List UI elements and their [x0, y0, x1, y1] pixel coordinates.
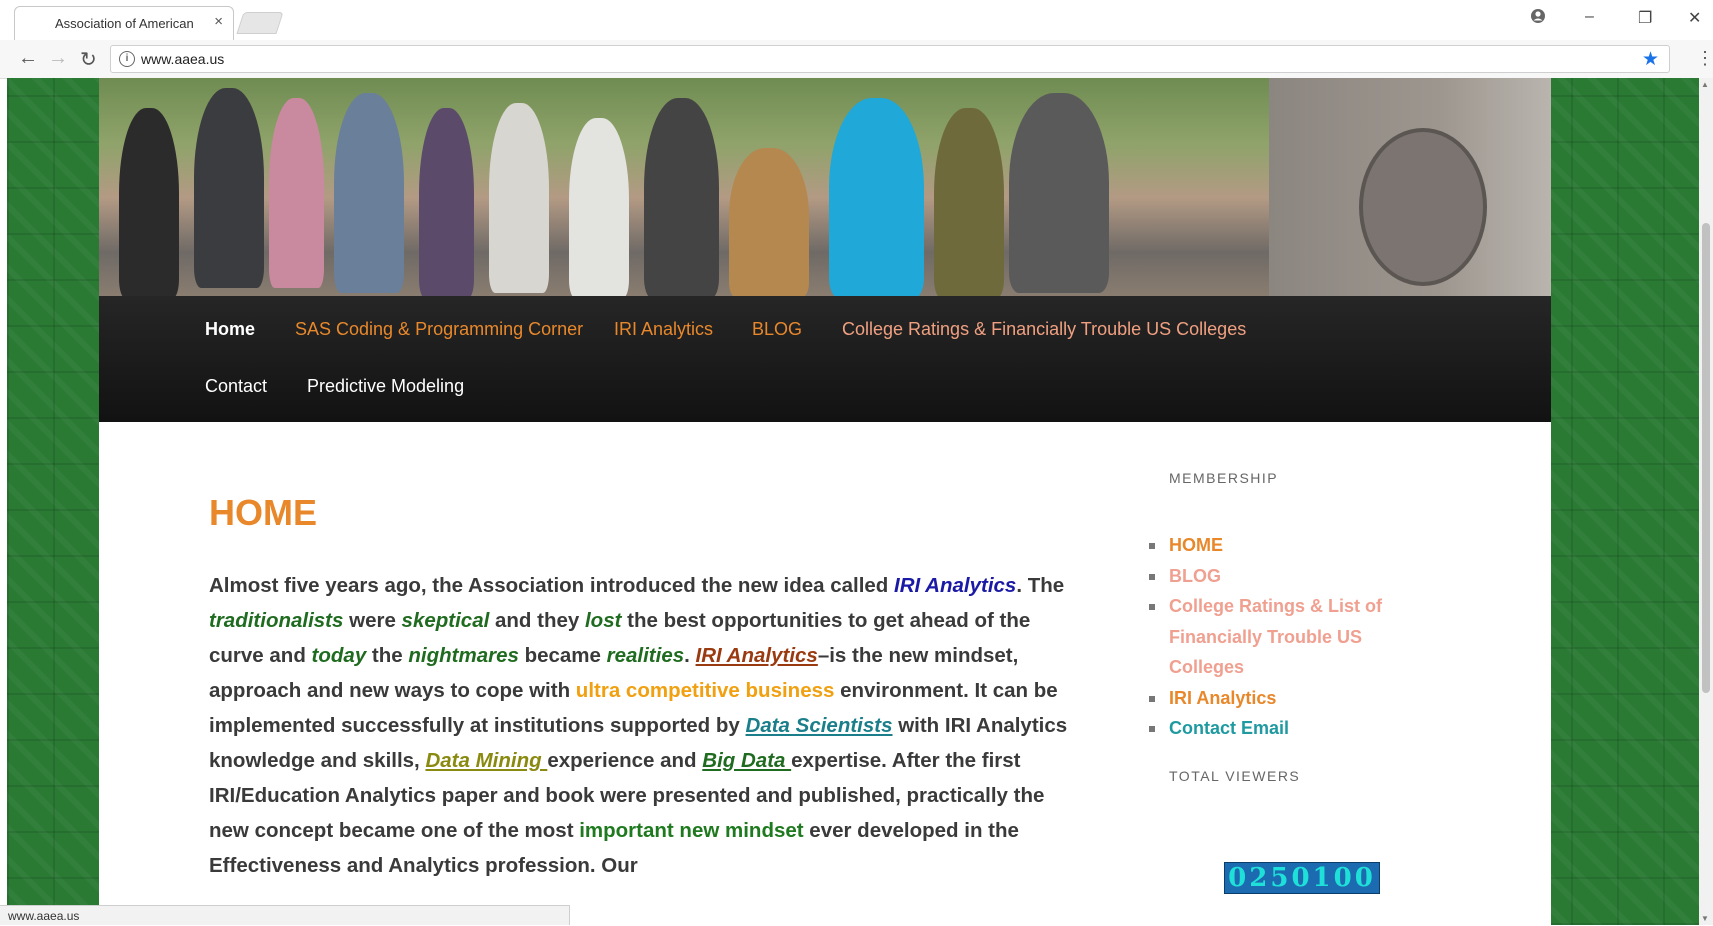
bullet-icon [1149, 573, 1155, 580]
sidebar-link-blog[interactable]: BLOG [1169, 566, 1221, 586]
sidebar-link-home[interactable]: HOME [1169, 535, 1223, 555]
browser-tab[interactable]: Association of American × [14, 6, 234, 40]
browser-menu-icon[interactable]: ⋮ [1696, 48, 1713, 69]
nav-iri-analytics[interactable]: IRI Analytics [614, 319, 713, 340]
emphasis-today: today [311, 644, 367, 667]
scroll-thumb[interactable] [1702, 223, 1710, 693]
emphasis-ultra-competitive: ultra competitive business [575, 679, 835, 702]
emphasis-important-mindset: important new mindset [579, 819, 804, 842]
crest-plaque [1359, 128, 1487, 286]
data-scientists-link[interactable]: Data Scientists [746, 714, 893, 737]
nav-blog[interactable]: BLOG [752, 319, 802, 340]
scroll-up-icon[interactable]: ▲ [1701, 80, 1709, 89]
restore-icon[interactable]: ❐ [1638, 8, 1652, 28]
membership-link-list: HOME BLOG College Ratings & List of Fina… [1149, 530, 1429, 744]
sidebar-item-college-ratings[interactable]: College Ratings & List of Financially Tr… [1149, 591, 1429, 683]
bookmark-star-icon[interactable]: ★ [1642, 48, 1659, 71]
profile-icon[interactable] [1530, 8, 1546, 29]
text-run: Effectiveness and Analytics profession. … [209, 854, 638, 877]
emphasis-traditionalists: traditionalists [209, 609, 344, 632]
data-mining-link[interactable]: Data Mining [425, 749, 547, 772]
nav-college-ratings[interactable]: College Ratings & Financially Trouble US… [842, 319, 1246, 340]
sidebar-item-blog[interactable]: BLOG [1149, 561, 1429, 592]
emphasis-realities: realities [606, 644, 685, 667]
info-icon[interactable]: i [119, 51, 135, 67]
minimize-icon[interactable]: – [1585, 8, 1594, 26]
text-run: experience and [547, 749, 703, 772]
text-run: the [366, 644, 409, 667]
status-url-bubble: www.aaea.us [0, 905, 570, 925]
viewer-counter: 0250100 [1224, 862, 1380, 894]
reload-icon[interactable]: ↻ [80, 47, 97, 72]
page-container: Home SAS Coding & Programming Corner IRI… [99, 78, 1551, 925]
bullet-icon [1149, 543, 1155, 549]
bullet-icon [1149, 726, 1155, 732]
tab-title: Association of American [55, 16, 194, 31]
text-run: . [684, 644, 696, 667]
bullet-icon [1149, 604, 1155, 610]
emphasis-nightmares: nightmares [408, 644, 519, 667]
bullet-icon [1149, 695, 1155, 702]
sidebar-item-home[interactable]: HOME [1149, 530, 1429, 561]
text-run: . The [1016, 574, 1065, 597]
iri-analytics-underlined-link[interactable]: IRI Analytics [696, 644, 818, 667]
forward-icon[interactable]: → [48, 47, 68, 70]
nav-sas-coding[interactable]: SAS Coding & Programming Corner [295, 319, 583, 340]
text-run: were [343, 609, 402, 632]
nav-home[interactable]: Home [205, 319, 255, 340]
address-bar[interactable]: i www.aaea.us ★ [110, 45, 1670, 73]
page-title: HOME [209, 492, 317, 533]
main-navigation: Home SAS Coding & Programming Corner IRI… [99, 296, 1551, 422]
sidebar-link-college-ratings[interactable]: College Ratings & List of Financially Tr… [1169, 596, 1382, 677]
nav-contact[interactable]: Contact [205, 376, 267, 397]
big-data-link[interactable]: Big Data [702, 749, 791, 772]
nav-predictive-modeling[interactable]: Predictive Modeling [307, 376, 464, 397]
text-run: ever developed in the [803, 819, 1019, 842]
membership-widget-title: MEMBERSHIP [1169, 470, 1279, 486]
page-scrollbar[interactable]: ▲ ▼ [1699, 78, 1713, 925]
scroll-down-icon[interactable]: ▼ [1701, 914, 1709, 923]
header-banner-image [99, 78, 1551, 296]
iri-analytics-link[interactable]: IRI Analytics [894, 574, 1016, 597]
text-run: became [518, 644, 607, 667]
text-run: and they [489, 609, 585, 632]
browser-toolbar: ← → ↻ i www.aaea.us ★ ⋮ [0, 40, 1713, 79]
sidebar-link-contact-email[interactable]: Contact Email [1169, 718, 1289, 738]
text-run: Almost five years ago, the Association i… [209, 574, 895, 597]
close-window-icon[interactable]: ✕ [1688, 8, 1701, 28]
tab-close-icon[interactable]: × [214, 13, 223, 30]
back-icon[interactable]: ← [18, 47, 38, 70]
new-tab-button[interactable] [236, 12, 284, 34]
content-area: HOME Almost five years ago, the Associat… [99, 422, 1551, 925]
emphasis-lost: lost [584, 609, 622, 632]
total-viewers-widget-title: TOTAL VIEWERS [1169, 768, 1301, 784]
sidebar-item-iri-analytics[interactable]: IRI Analytics [1149, 683, 1429, 714]
url-text[interactable]: www.aaea.us [141, 51, 224, 67]
intro-paragraph: Almost five years ago, the Association i… [209, 568, 1069, 883]
sidebar-link-iri-analytics[interactable]: IRI Analytics [1169, 688, 1276, 708]
page-viewport: Home SAS Coding & Programming Corner IRI… [7, 78, 1699, 925]
emphasis-skeptical: skeptical [401, 609, 490, 632]
browser-tab-strip: Association of American × – ❐ ✕ [0, 0, 1713, 41]
sidebar-item-contact-email[interactable]: Contact Email [1149, 713, 1429, 744]
